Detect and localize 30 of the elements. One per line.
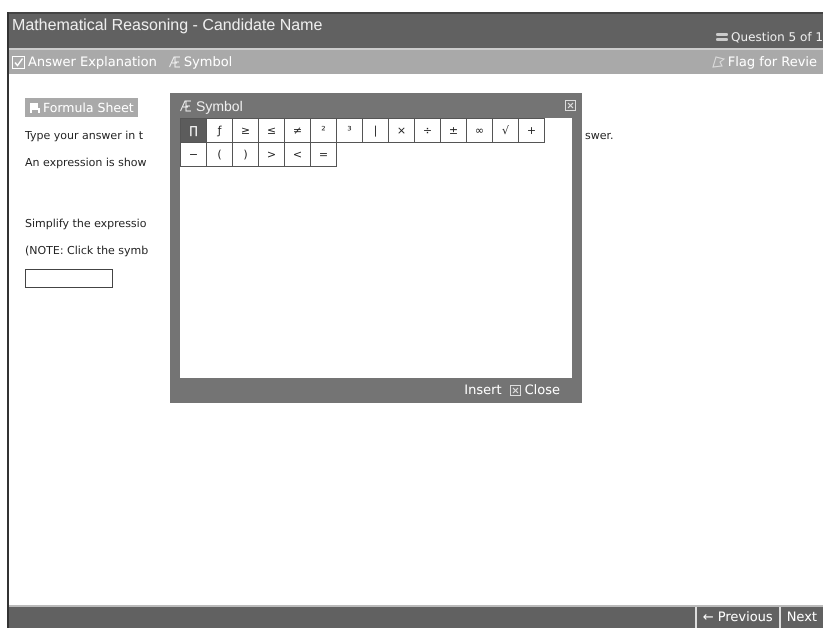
window-title: Mathematical Reasoning - Candidate Name bbox=[12, 17, 322, 35]
question-counter-text: Question 5 of 1 bbox=[731, 30, 823, 44]
close-icon bbox=[565, 100, 576, 111]
question-text: (NOTE: Click the symb bbox=[25, 244, 148, 257]
close-button[interactable] bbox=[565, 100, 576, 111]
symbol-key[interactable]: √ bbox=[492, 118, 519, 143]
symbol-key[interactable]: − bbox=[180, 142, 207, 167]
close-icon bbox=[510, 385, 521, 396]
ae-ligature-icon bbox=[168, 56, 181, 68]
symbol-key[interactable]: + bbox=[518, 118, 545, 143]
symbol-key[interactable]: ± bbox=[440, 118, 467, 143]
ae-ligature-icon bbox=[180, 100, 192, 112]
symbol-key[interactable]: | bbox=[362, 118, 389, 143]
question-text: Type your answer in t bbox=[25, 129, 144, 142]
answer-field[interactable] bbox=[25, 269, 113, 288]
stack-icon bbox=[716, 33, 728, 41]
symbol-key[interactable]: ∞ bbox=[466, 118, 493, 143]
symbol-key[interactable]: = bbox=[310, 142, 337, 167]
dialog-button[interactable]: Insert bbox=[464, 383, 502, 398]
symbol-key[interactable]: ÷ bbox=[414, 118, 441, 143]
checkbox-icon bbox=[12, 56, 25, 68]
question-text: An expression is show bbox=[25, 156, 147, 169]
symbol-key[interactable]: ³ bbox=[336, 118, 363, 143]
flag-icon bbox=[712, 56, 725, 68]
question-text: swer. bbox=[585, 129, 614, 142]
dialog-button[interactable]: Close bbox=[510, 383, 560, 398]
symbol-key[interactable]: × bbox=[388, 118, 415, 143]
symbol-key[interactable]: ∏ bbox=[180, 118, 207, 143]
dialog-title-text: Symbol bbox=[196, 98, 243, 114]
question-text: Simplify the expressio bbox=[25, 217, 146, 230]
